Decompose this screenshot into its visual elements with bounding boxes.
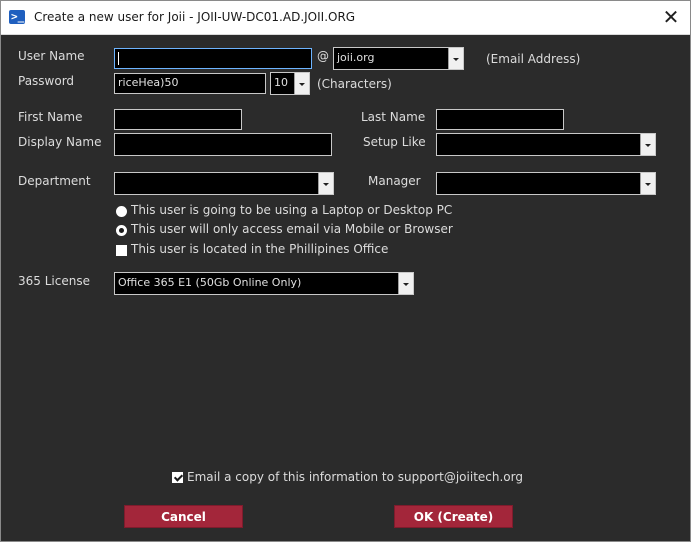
password-input[interactable]: riceHea)50 bbox=[114, 73, 266, 94]
form-area: User Name @ joii.org (Email Address) Pas… bbox=[1, 35, 690, 541]
password-length-select[interactable]: 10 bbox=[270, 72, 310, 95]
laptop-radio[interactable] bbox=[116, 206, 127, 217]
chevron-down-icon[interactable] bbox=[640, 173, 655, 194]
email-copy-label[interactable]: Email a copy of this information to supp… bbox=[187, 470, 523, 484]
ok-create-button[interactable]: OK (Create) bbox=[394, 505, 513, 528]
license-value: Office 365 E1 (50Gb Online Only) bbox=[118, 276, 302, 289]
firstname-label: First Name bbox=[18, 110, 83, 124]
chevron-down-icon[interactable] bbox=[398, 273, 413, 294]
chevron-down-icon[interactable] bbox=[294, 73, 309, 94]
cancel-button[interactable]: Cancel bbox=[124, 505, 243, 528]
chevron-down-icon[interactable] bbox=[318, 173, 333, 194]
chevron-down-icon[interactable] bbox=[448, 48, 463, 69]
domain-select[interactable]: joii.org bbox=[333, 47, 464, 70]
department-label: Department bbox=[18, 174, 91, 188]
manager-label: Manager bbox=[368, 174, 421, 188]
email-hint: (Email Address) bbox=[486, 52, 581, 66]
department-select[interactable] bbox=[114, 172, 334, 195]
displayname-input[interactable] bbox=[114, 133, 332, 156]
powershell-icon: >_ bbox=[9, 10, 25, 24]
license-select[interactable]: Office 365 E1 (50Gb Online Only) bbox=[114, 272, 414, 295]
at-sign: @ bbox=[317, 49, 329, 63]
lastname-input[interactable] bbox=[436, 109, 564, 130]
laptop-option-label[interactable]: This user is going to be using a Laptop … bbox=[131, 203, 452, 217]
window-title: Create a new user for Joii - JOII-UW-DC0… bbox=[34, 10, 356, 24]
setuplike-select[interactable] bbox=[436, 133, 656, 156]
dialog-window: >_ Create a new user for Joii - JOII-UW-… bbox=[0, 0, 691, 542]
username-label: User Name bbox=[18, 49, 85, 63]
setuplike-label: Setup Like bbox=[363, 135, 426, 149]
displayname-label: Display Name bbox=[18, 135, 102, 149]
license-label: 365 License bbox=[18, 274, 90, 288]
mobile-option-label[interactable]: This user will only access email via Mob… bbox=[131, 222, 453, 236]
username-input[interactable] bbox=[114, 48, 312, 69]
mobile-radio[interactable] bbox=[116, 225, 127, 236]
email-copy-checkbox[interactable] bbox=[172, 472, 183, 483]
manager-select[interactable] bbox=[436, 172, 656, 195]
firstname-input[interactable] bbox=[114, 109, 242, 130]
domain-value: joii.org bbox=[337, 51, 375, 64]
password-label: Password bbox=[18, 74, 75, 88]
phillipines-option-label[interactable]: This user is located in the Phillipines … bbox=[131, 242, 388, 256]
text-caret bbox=[118, 51, 119, 65]
lastname-label: Last Name bbox=[361, 110, 426, 124]
password-length-value: 10 bbox=[274, 76, 288, 89]
close-button[interactable]: ✕ bbox=[653, 1, 689, 33]
phillipines-checkbox[interactable] bbox=[116, 245, 127, 256]
title-bar[interactable]: >_ Create a new user for Joii - JOII-UW-… bbox=[1, 1, 690, 35]
characters-hint: (Characters) bbox=[317, 77, 392, 91]
chevron-down-icon[interactable] bbox=[640, 134, 655, 155]
